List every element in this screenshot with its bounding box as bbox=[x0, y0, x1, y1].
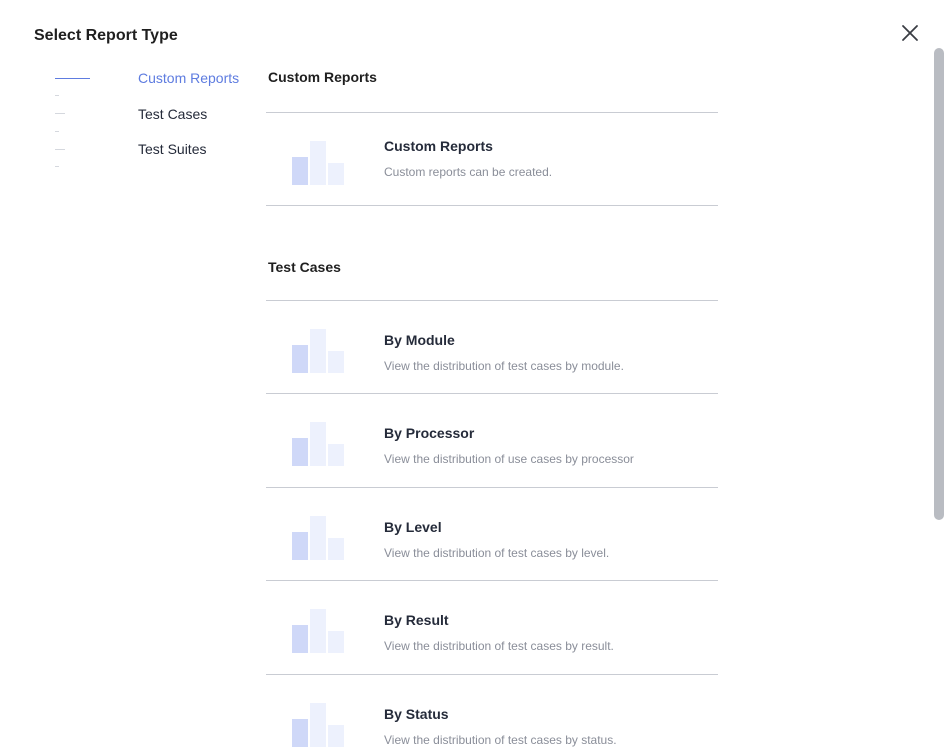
card-name: By Status bbox=[384, 706, 449, 722]
card-description: View the distribution of test cases by r… bbox=[384, 639, 614, 653]
anchor-tick bbox=[55, 113, 65, 114]
card-name: By Processor bbox=[384, 425, 475, 441]
nav-item-test-suites[interactable]: Test Suites bbox=[138, 141, 206, 157]
report-card-by-status[interactable]: By Status View the distribution of test … bbox=[266, 675, 718, 751]
report-card-by-module[interactable]: By Module View the distribution of test … bbox=[266, 301, 718, 393]
card-description: View the distribution of test cases by l… bbox=[384, 546, 610, 560]
anchor-tick bbox=[55, 131, 59, 132]
section-title-custom-reports: Custom Reports bbox=[268, 69, 377, 85]
bar-chart-icon bbox=[292, 141, 346, 185]
card-name: By Level bbox=[384, 519, 442, 535]
report-card-custom-reports[interactable]: Custom Reports Custom reports can be cre… bbox=[266, 113, 718, 205]
card-description: View the distribution of test cases by s… bbox=[384, 733, 617, 747]
card-name: By Module bbox=[384, 332, 455, 348]
dialog-title: Select Report Type bbox=[34, 27, 178, 44]
bar-chart-icon bbox=[292, 329, 346, 373]
divider bbox=[266, 205, 718, 206]
close-button[interactable] bbox=[899, 22, 921, 44]
bar-chart-icon bbox=[292, 703, 346, 747]
bar-chart-icon bbox=[292, 516, 346, 560]
anchor-tick bbox=[55, 149, 65, 150]
report-type-list: Custom Reports Custom Reports Custom rep… bbox=[266, 0, 718, 751]
bar-chart-icon bbox=[292, 609, 346, 653]
close-icon bbox=[902, 25, 918, 41]
nav-item-test-cases[interactable]: Test Cases bbox=[138, 106, 207, 122]
anchor-tick bbox=[55, 95, 59, 96]
nav-item-custom-reports[interactable]: Custom Reports bbox=[138, 70, 239, 86]
card-description: Custom reports can be created. bbox=[384, 165, 553, 179]
report-card-by-level[interactable]: By Level View the distribution of test c… bbox=[266, 488, 718, 580]
section-title-test-cases: Test Cases bbox=[268, 259, 341, 275]
report-card-by-result[interactable]: By Result View the distribution of test … bbox=[266, 581, 718, 673]
card-name: Custom Reports bbox=[384, 138, 493, 154]
anchor-tick bbox=[55, 166, 59, 167]
report-card-by-processor[interactable]: By Processor View the distribution of us… bbox=[266, 394, 718, 486]
anchor-rail bbox=[55, 67, 95, 177]
scrollbar-thumb[interactable] bbox=[934, 48, 944, 520]
card-description: View the distribution of use cases by pr… bbox=[384, 452, 634, 466]
bar-chart-icon bbox=[292, 422, 346, 466]
card-description: View the distribution of test cases by m… bbox=[384, 359, 624, 373]
card-name: By Result bbox=[384, 612, 449, 628]
anchor-indicator-active bbox=[55, 78, 90, 79]
report-type-dialog: Select Report Type Custom Reports Test C… bbox=[0, 0, 945, 751]
